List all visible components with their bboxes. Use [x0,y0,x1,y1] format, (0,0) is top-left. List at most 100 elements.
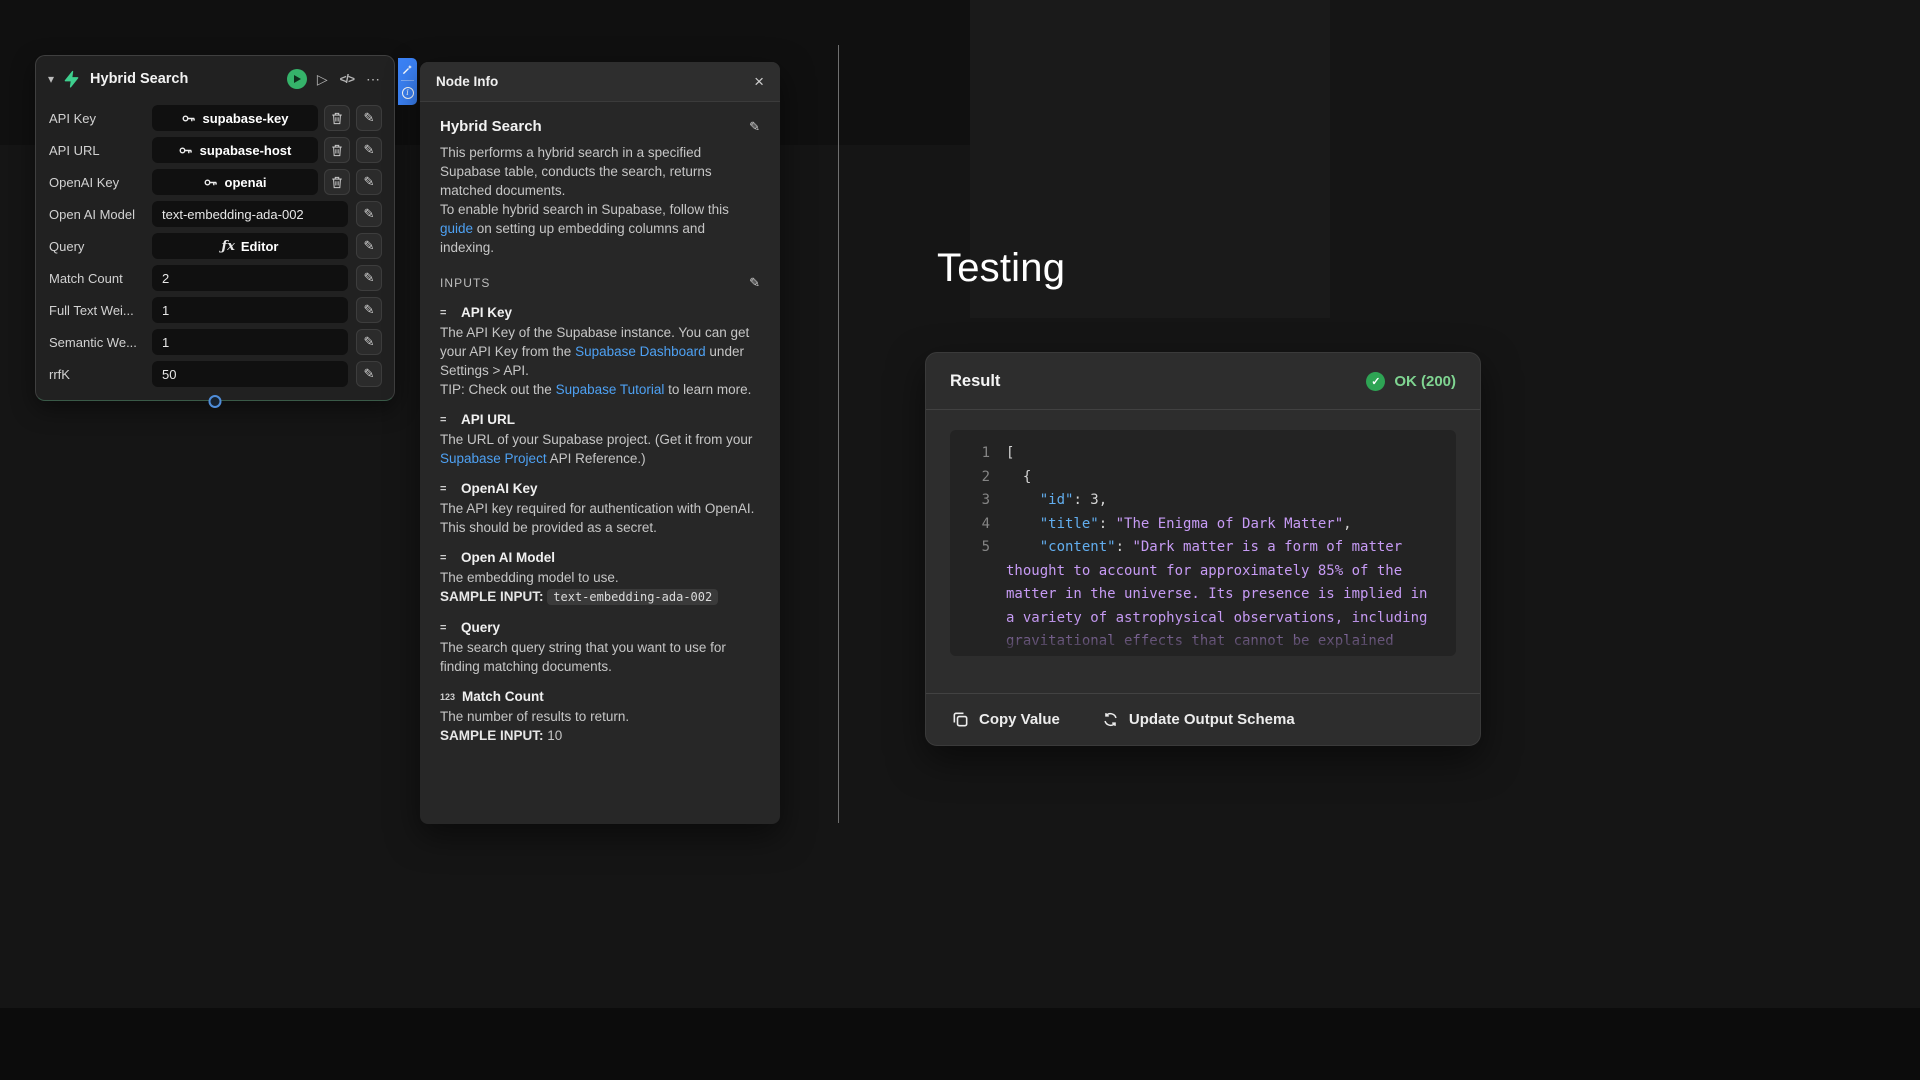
edit-field-button[interactable]: ✎ [356,233,382,259]
more-options-icon[interactable]: ⋯ [364,71,382,88]
edit-field-button[interactable]: ✎ [356,169,382,195]
full-text-weight-value[interactable]: 1 [152,297,348,323]
copy-value-button[interactable]: Copy Value [952,711,1060,728]
match-count-value[interactable]: 2 [152,265,348,291]
field-row-query: Query ƒx Editor ✎ [36,230,394,262]
edit-field-button[interactable]: ✎ [356,265,382,291]
string-type-icon: = [440,414,454,426]
edit-field-button[interactable]: ✎ [356,297,382,323]
edit-description-icon[interactable]: ✎ [749,119,760,135]
field-label: Open AI Model [49,207,152,222]
edit-field-button[interactable]: ✎ [356,105,382,131]
field-label: Semantic We... [49,335,152,350]
field-row-openai-key: OpenAI Key openai ✎ [36,166,394,198]
node-info-header: Node Info × [420,62,780,102]
key-icon [204,178,218,187]
node-info-body: Hybrid Search ✎ This performs a hybrid s… [420,102,780,745]
supabase-dashboard-link[interactable]: Supabase Dashboard [575,344,706,359]
test-play-icon[interactable]: ▷ [315,71,330,88]
edit-field-button[interactable]: ✎ [356,201,382,227]
string-type-icon: = [440,622,454,634]
field-value-text: Editor [241,239,279,254]
input-description: The API Key of the Supabase instance. Yo… [440,323,760,399]
node-action-strip: i [398,58,417,105]
node-title: Hybrid Search [90,71,188,87]
panel-divider [838,45,839,823]
field-row-api-url: API URL supabase-host ✎ [36,134,394,166]
delete-field-button[interactable] [324,169,350,195]
delete-field-button[interactable] [324,105,350,131]
code-line: 5 "content": "Dark matter is a form of m… [966,536,1440,654]
success-check-icon: ✓ [1366,372,1385,391]
input-description: The API key required for authentication … [440,499,760,537]
semantic-weight-value[interactable]: 1 [152,329,348,355]
result-header: Result ✓ OK (200) [926,353,1480,410]
field-value-text: 50 [162,367,176,382]
input-description: The number of results to return.SAMPLE I… [440,707,760,745]
api-url-value[interactable]: supabase-host [152,137,318,163]
hybrid-search-node[interactable]: ▾ Hybrid Search ▷ </> ⋯ API Key supabase… [35,55,395,401]
openai-key-value[interactable]: openai [152,169,318,195]
supabase-tutorial-link[interactable]: Supabase Tutorial [556,382,665,397]
result-json-viewer[interactable]: 1 [ 2 { 3 "id": 3, 4 "title": "The Enigm… [950,430,1456,656]
number-type-icon: 123 [440,692,455,702]
edit-field-button[interactable]: ✎ [356,361,382,387]
field-value-text: 1 [162,335,169,350]
guide-link[interactable]: guide [440,221,473,236]
node-info-panel: Node Info × Hybrid Search ✎ This perform… [420,62,780,824]
input-doc-api-key: = API Key The API Key of the Supabase in… [440,305,760,399]
string-type-icon: = [440,483,454,495]
delete-field-button[interactable] [324,137,350,163]
api-key-value[interactable]: supabase-key [152,105,318,131]
field-value-text: openai [225,175,267,190]
field-label: Match Count [49,271,152,286]
edit-inputs-icon[interactable]: ✎ [749,275,760,291]
panel-title: Node Info [436,74,498,89]
rrfk-value[interactable]: 50 [152,361,348,387]
field-label: Query [49,239,152,254]
result-title: Result [950,372,1000,391]
supabase-logo-icon [62,70,80,88]
fx-icon: ƒx [222,239,235,254]
field-row-rrfk: rrfK 50 ✎ [36,358,394,390]
status-badge: ✓ OK (200) [1366,372,1456,391]
testing-heading: Testing [937,246,1065,291]
edit-field-button[interactable]: ✎ [356,137,382,163]
input-doc-open-ai-model: = Open AI Model The embedding model to u… [440,550,760,607]
supabase-project-link[interactable]: Supabase Project [440,451,547,466]
result-panel: Result ✓ OK (200) 1 [ 2 { 3 "id": 3, 4 [925,352,1481,746]
info-icon[interactable]: i [402,87,414,99]
result-footer: Copy Value Update Output Schema [926,693,1480,745]
field-value-text: supabase-host [200,143,292,158]
field-row-open-ai-model: Open AI Model text-embedding-ada-002 ✎ [36,198,394,230]
input-doc-api-url: = API URL The URL of your Supabase proje… [440,412,760,468]
field-label: API URL [49,143,152,158]
input-description: The URL of your Supabase project. (Get i… [440,430,760,468]
run-node-button[interactable] [287,69,307,89]
field-row-semantic-weight: Semantic We... 1 ✎ [36,326,394,358]
close-icon[interactable]: × [754,73,764,90]
query-editor-button[interactable]: ƒx Editor [152,233,348,259]
code-line: 4 "title": "The Enigma of Dark Matter", [966,513,1440,537]
node-info-heading: Hybrid Search [440,118,542,135]
input-doc-openai-key: = OpenAI Key The API key required for au… [440,481,760,537]
code-line: 1 [ [966,442,1440,466]
collapse-chevron-icon[interactable]: ▾ [48,72,54,86]
field-value-text: supabase-key [203,111,289,126]
inputs-section-label: INPUTS [440,276,490,290]
field-label: API Key [49,111,152,126]
field-value-text: 1 [162,303,169,318]
field-label: Full Text Wei... [49,303,152,318]
magic-wand-icon[interactable] [402,64,413,75]
open-ai-model-value[interactable]: text-embedding-ada-002 [152,201,348,227]
code-icon[interactable]: </> [338,72,356,86]
canvas-region [0,1008,1920,1080]
edit-field-button[interactable]: ✎ [356,329,382,355]
code-line: 2 { [966,466,1440,490]
code-line: 3 "id": 3, [966,489,1440,513]
refresh-icon [1102,711,1119,728]
update-output-schema-button[interactable]: Update Output Schema [1102,711,1295,728]
output-connector[interactable] [209,395,222,408]
input-description: The search query string that you want to… [440,638,760,676]
copy-icon [952,711,969,728]
